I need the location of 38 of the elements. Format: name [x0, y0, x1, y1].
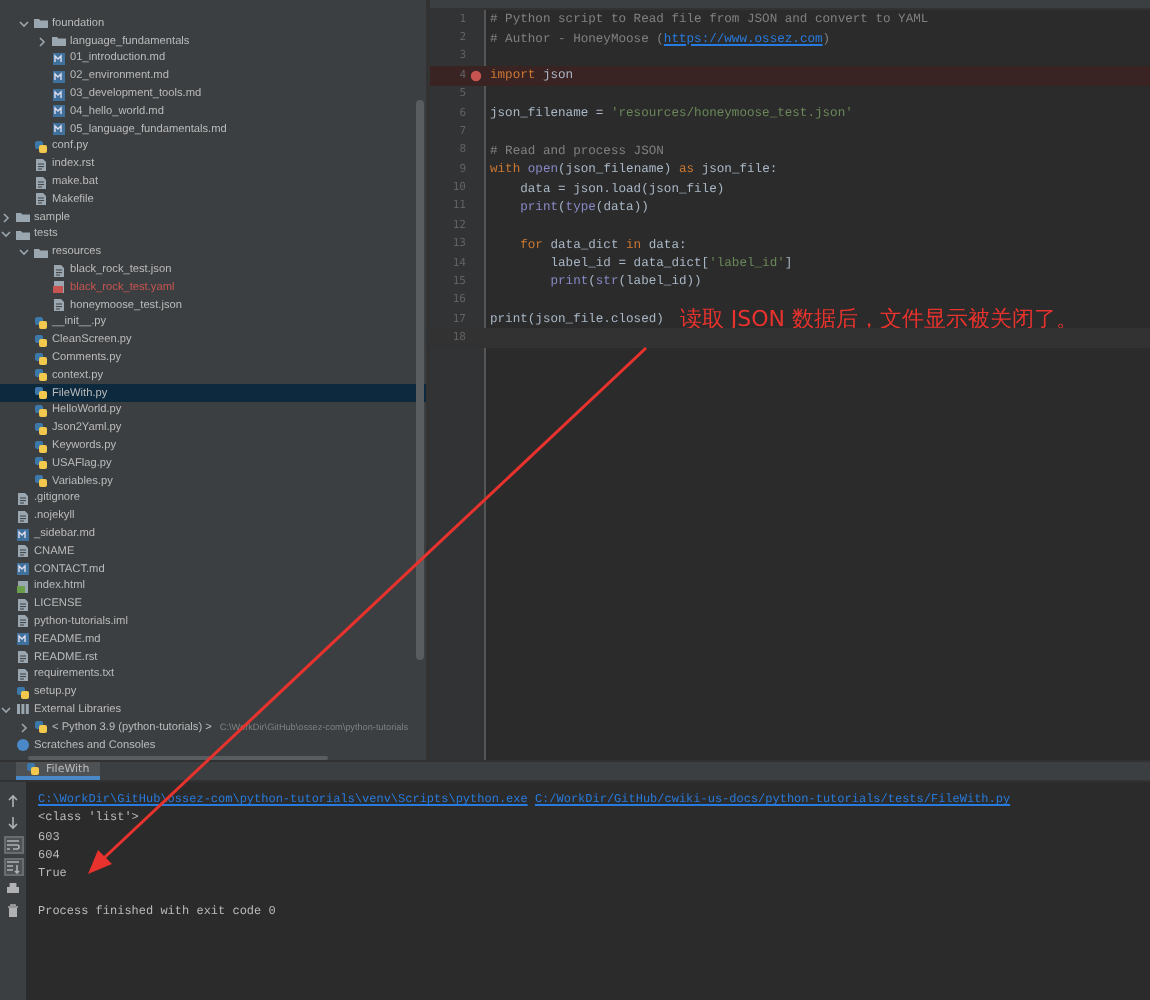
arrow-up-icon	[6, 794, 20, 808]
markdown-file-icon	[52, 69, 66, 84]
markdown-file-icon	[16, 562, 30, 577]
toolbar-button[interactable]	[3, 792, 23, 810]
markdown-file-icon	[16, 527, 30, 541]
python-file-icon	[16, 685, 30, 700]
python-file-icon	[34, 720, 48, 735]
file-icon	[34, 157, 48, 172]
file-icon	[52, 298, 66, 313]
markdown-file-icon	[52, 51, 66, 66]
toolbar-button[interactable]	[3, 902, 23, 920]
file-icon	[52, 263, 66, 278]
library-icon	[16, 702, 30, 717]
scratch-icon	[16, 738, 30, 753]
toolbar-button[interactable]	[3, 858, 23, 876]
toolbar-button[interactable]	[3, 836, 23, 854]
markdown-file-icon	[16, 632, 30, 647]
yaml-file-icon	[52, 280, 66, 295]
chevron-down-icon[interactable]	[0, 703, 12, 716]
markdown-file-icon	[52, 122, 66, 137]
file-icon	[16, 544, 30, 559]
python-file-icon	[26, 762, 40, 776]
printer-icon	[6, 882, 20, 896]
chevron-right-icon[interactable]	[0, 211, 12, 224]
chevron-right-icon[interactable]	[36, 35, 48, 48]
file-icon	[16, 509, 30, 524]
python-file-icon	[34, 139, 48, 154]
arrow-down-icon	[6, 816, 20, 830]
file-icon	[16, 491, 30, 506]
trash-icon	[6, 904, 20, 918]
toolbar-button[interactable]	[3, 880, 23, 898]
html-file-icon	[16, 579, 30, 594]
soft-wrap-icon	[6, 838, 20, 852]
chevron-right-icon[interactable]	[18, 721, 30, 734]
breakpoint-icon[interactable]	[470, 69, 482, 82]
chevron-down-icon[interactable]	[18, 17, 30, 30]
toolbar-button[interactable]	[3, 814, 23, 832]
scroll-to-end-icon	[6, 860, 20, 874]
